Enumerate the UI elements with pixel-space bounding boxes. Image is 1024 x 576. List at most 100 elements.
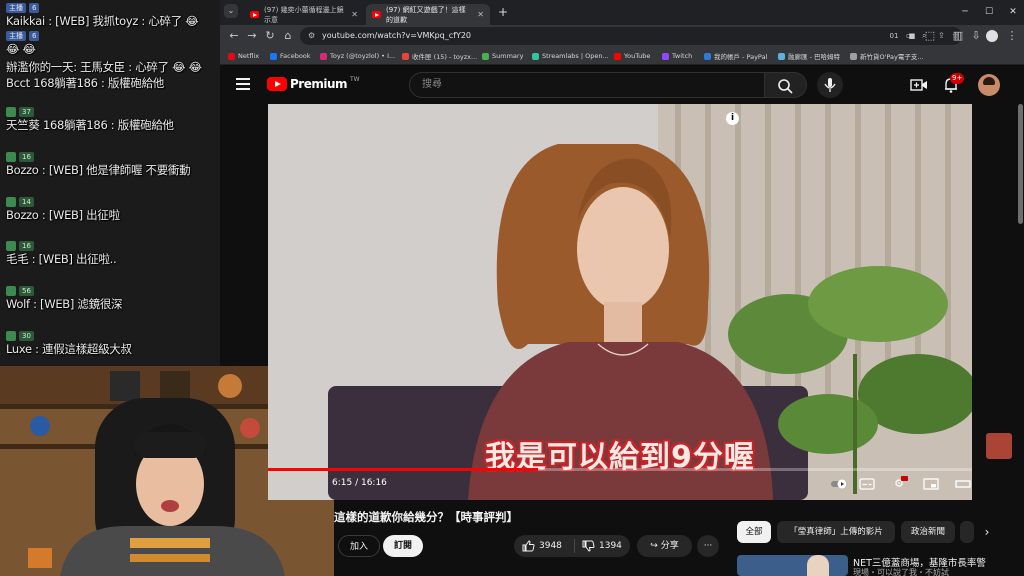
address-bar[interactable]: ⚙ youtube.com/watch?v=VMKpq_cfY20 ▭ ⌕ ⇪ … (300, 27, 962, 45)
settings-button[interactable]: ⚙ (890, 476, 908, 492)
autoplay-icon (831, 479, 847, 489)
chip-overflow[interactable] (960, 521, 974, 543)
facebook-icon (270, 52, 277, 60)
search-button[interactable] (765, 72, 807, 98)
instagram-icon (320, 52, 327, 60)
video-progress-bar[interactable] (268, 468, 972, 471)
youtube-header: Premium TW 搜尋 9+ (220, 66, 1024, 104)
twitch-icon (662, 52, 669, 60)
bookmark-summary[interactable]: Summary (482, 50, 523, 62)
browser-tab[interactable]: (97) 幾奕小蕾循程邊上鏡示意 ✕ (244, 4, 364, 25)
youtube-premium-logo[interactable]: Premium TW (267, 75, 360, 91)
bookmark-instagram[interactable]: Toyz (@toyzlol) • I... (320, 50, 395, 62)
bookmark-gmail[interactable]: 收件匣 (15) - toyzx... (402, 50, 477, 62)
recommended-video-meta: 現場・可以說了我・不妨試 (853, 568, 949, 576)
account-avatar[interactable] (978, 74, 1000, 96)
chip-all[interactable]: 全部 (737, 521, 771, 543)
back-icon[interactable]: ← (226, 28, 242, 44)
chat-message-text: Bcct 168躺著186 : 版權砲給他 (6, 76, 164, 90)
share-page-icon[interactable]: ⇪ (938, 29, 945, 43)
bookmark-bahamut[interactable]: 融廊匯 - 巴哈姆特 (778, 50, 840, 62)
notifications-button[interactable]: 9+ (942, 73, 965, 94)
bookmark-opay[interactable]: 新竹貨O'Pay電子支... (850, 50, 924, 62)
youtube-icon (614, 52, 621, 60)
autoplay-toggle[interactable] (830, 476, 848, 492)
page-scrollbar[interactable] (1018, 104, 1023, 224)
forward-icon[interactable]: → (244, 28, 260, 44)
youtube-favicon-icon (372, 11, 381, 18)
like-button[interactable]: 3948 (522, 535, 562, 557)
chat-message-text: 天竺葵 168躺著186 : 版權砲給他 (6, 118, 174, 132)
chat-message: 56 Wolf : [WEB] 滤鏡很深 (0, 285, 220, 311)
bookmark-paypal[interactable]: 我的帳戶 - PayPal (704, 50, 767, 62)
theater-mode-icon (955, 480, 971, 488)
bookmark-youtube[interactable]: YouTube (614, 50, 650, 62)
dislike-button[interactable]: 1394 (582, 535, 622, 557)
join-button[interactable]: 加入 (338, 535, 380, 557)
share-button[interactable]: ↪ 分享 (637, 535, 692, 557)
bookmark-netflix[interactable]: Netflix (228, 50, 259, 62)
thumbs-down-icon (582, 540, 595, 552)
chip-next-icon[interactable]: › (976, 521, 998, 543)
voice-search-button[interactable] (817, 72, 843, 98)
browser-tab-active[interactable]: (97) 網紅又遊戲了！這樣的道歉 ✕ (366, 4, 490, 25)
video-progress-fill (268, 468, 539, 471)
chip-channel-uploads[interactable]: 「瑩真律師」上傳的影片 (777, 521, 895, 543)
more-actions-button[interactable]: ··· (697, 535, 719, 557)
viewer-count-badge: 6 (29, 31, 40, 41)
chat-message: 16 Bozzo : [WEB] 他是律師喔 不要衝動 (0, 151, 220, 177)
new-tab-button[interactable]: + (492, 3, 514, 21)
opay-icon (850, 52, 857, 60)
downloads-icon[interactable]: ⇩ (968, 28, 984, 44)
reload-icon[interactable]: ↻ (262, 28, 278, 44)
menu-kebab-icon[interactable]: ⋮ (1004, 28, 1020, 44)
side-panel-icon[interactable]: ▥ (950, 28, 966, 44)
chat-message: 30 Luxe : 連假這樣超級大叔 (0, 330, 220, 356)
home-icon[interactable]: ⌂ (280, 28, 296, 44)
channel-watermark-icon[interactable] (986, 433, 1012, 459)
close-window-button[interactable]: ✕ (1002, 3, 1024, 21)
create-video-button[interactable] (910, 77, 928, 93)
summary-icon (482, 52, 489, 60)
video-info-icon[interactable]: i (726, 112, 739, 125)
chat-message-text: 毛毛 : [WEB] 出征啦.. (6, 252, 117, 266)
subtitles-icon (859, 478, 875, 490)
tab-close-icon[interactable]: ✕ (477, 10, 484, 19)
extension-icon[interactable]: ▪ (904, 28, 920, 44)
chip-political-news[interactable]: 政治新聞 (901, 521, 955, 543)
chat-message: 37 天竺葵 168躺著186 : 版權砲給他 (0, 106, 220, 132)
browser-toolbar: ← → ↻ ⌂ ⚙ youtube.com/watch?v=VMKpq_cfY2… (220, 25, 1024, 47)
extensions-puzzle-icon[interactable]: ⬚ (922, 28, 938, 44)
site-info-icon[interactable]: ⚙ (308, 29, 315, 43)
member-icon (6, 241, 16, 251)
hamburger-menu-icon[interactable] (236, 78, 250, 90)
streamlabs-icon (532, 52, 539, 60)
miniplayer-button[interactable] (922, 476, 940, 492)
tab-search-icon[interactable]: ⌄ (224, 4, 238, 18)
video-player[interactable]: 我是可以給到9分喔 6:15 / 16:16 ⚙ (268, 104, 972, 500)
youtube-play-icon (267, 77, 287, 91)
bookmark-twitch[interactable]: Twitch (662, 50, 692, 62)
tab-close-icon[interactable]: ✕ (351, 10, 358, 19)
profile-avatar-icon[interactable] (986, 30, 998, 42)
maximize-button[interactable]: ☐ (978, 3, 1000, 21)
search-input[interactable]: 搜尋 (409, 72, 765, 98)
extension-icon[interactable]: 01 (886, 28, 902, 44)
logo-region: TW (350, 75, 360, 83)
screen: 主播 6 Kaikkai : [WEB] 我抓toyz : 心碎了 😂 主播 6 😂… (0, 0, 1024, 576)
url-text: youtube.com/watch?v=VMKpq_cfY20 (322, 31, 472, 40)
level-badge: 30 (19, 331, 34, 341)
minimize-button[interactable]: ─ (954, 3, 976, 21)
tab-title: (97) 網紅又遊戲了！這樣的道歉 (386, 5, 466, 24)
subscribe-button[interactable]: 訂閱 (383, 535, 423, 557)
theater-mode-button[interactable] (954, 476, 972, 492)
logo-text: Premium (290, 77, 348, 91)
chat-message: 主播 6 😂 😂 (0, 30, 220, 56)
subtitles-button[interactable] (858, 476, 876, 492)
netflix-icon (228, 52, 235, 60)
bookmark-streamlabs[interactable]: Streamlabs | Open... (532, 50, 609, 62)
youtube-favicon-icon (250, 11, 259, 18)
search-icon (778, 79, 793, 94)
recommended-video-thumbnail[interactable] (737, 555, 848, 576)
bookmark-facebook[interactable]: Facebook (270, 50, 311, 62)
